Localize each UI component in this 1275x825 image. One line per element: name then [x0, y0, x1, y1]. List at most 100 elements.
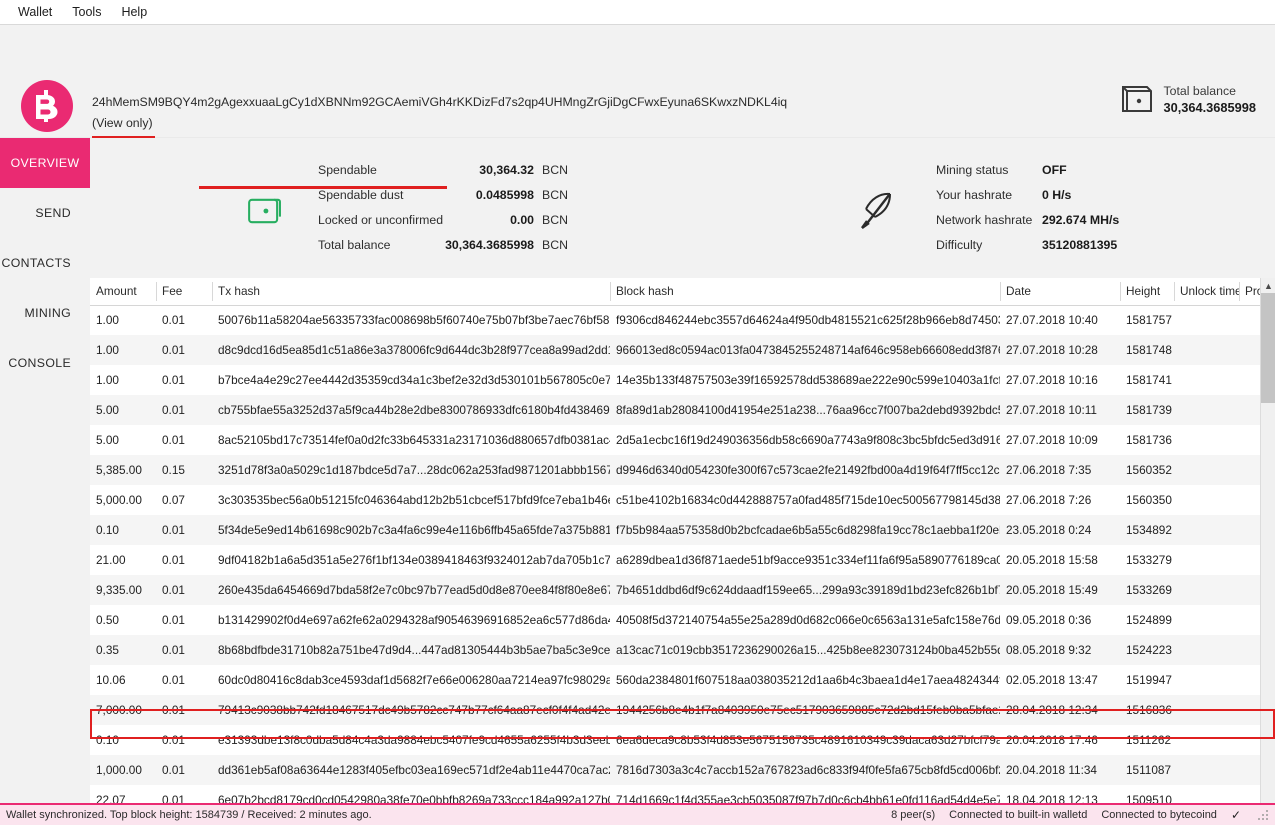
transaction-fee: 0.01	[156, 395, 212, 425]
mining-value: OFF	[1042, 163, 1067, 177]
transaction-block-hash: 2d5a1ecbc16f19d249036356db58c6690a7743a9…	[610, 425, 1000, 455]
wallet-address[interactable]: 24hMemSM9BQY4m2gAgexxuaaLgCy1dXBNNm92GCA…	[92, 95, 787, 109]
table-row[interactable]: 1,000.00 0.01 dd361eb5af08a63644e1283f405e…	[90, 755, 1274, 785]
sidebar-item-contacts[interactable]: CONTACTS	[0, 238, 90, 288]
table-row[interactable]: 9,335.00 0.01 260e435da6454669d7bda58f2e7c…	[90, 575, 1274, 605]
transaction-date: 27.06.2018 7:35	[1000, 455, 1120, 485]
table-row[interactable]: 0.35 0.01 8b68bdfbde31710b82a751be47d9d4..…	[90, 635, 1274, 665]
transaction-unlock-time	[1174, 335, 1239, 365]
transaction-date: 27.07.2018 10:28	[1000, 335, 1120, 365]
balance-unit: BCN	[542, 188, 568, 202]
balance-unit: BCN	[542, 238, 568, 252]
transaction-unlock-time	[1174, 635, 1239, 665]
transaction-block-hash: f9306cd846244ebc3557d64624a4f950db481552…	[610, 305, 1000, 335]
table-row[interactable]: 0.50 0.01 b131429902f0d4e697a62fe62a029432…	[90, 605, 1274, 635]
transaction-fee: 0.01	[156, 725, 212, 755]
balance-row-locked: Locked or unconfirmed 0.00 BCN	[318, 213, 568, 238]
status-bytecoind: Connected to bytecoind	[1101, 809, 1217, 821]
transaction-block-hash: 7816d7303a3c4c7accb152a767823ad6c833f94f…	[610, 755, 1000, 785]
transaction-unlock-time	[1174, 695, 1239, 725]
mining-label: Difficulty	[936, 238, 983, 252]
balance-unit: BCN	[542, 163, 568, 177]
column-header-height[interactable]: Height	[1120, 278, 1174, 306]
mining-value: 0 H/s	[1042, 188, 1072, 202]
table-row[interactable]: 5,385.00 0.15 3251d78f3a0a5029c1d187bdce5d…	[90, 455, 1274, 485]
transaction-height: 1581739	[1120, 395, 1174, 425]
resize-grip[interactable]	[1257, 809, 1269, 821]
transaction-tx-hash: 8b68bdfbde31710b82a751be47d9d4...447ad81…	[212, 635, 610, 665]
table-row[interactable]: 5,000.00 0.07 3c303535bec56a0b51215fc04636…	[90, 485, 1274, 515]
transaction-unlock-time	[1174, 515, 1239, 545]
transaction-date: 20.05.2018 15:58	[1000, 545, 1120, 575]
mining-label: Mining status	[936, 163, 1009, 177]
transaction-height: 1524899	[1120, 605, 1174, 635]
balance-value: 0.0485998	[475, 188, 534, 202]
table-row[interactable]: 0.10 0.01 e31393dbe13f8c0dba5d84c4a3da9884…	[90, 725, 1274, 755]
table-row[interactable]: 21.00 0.01 9df04182b1a6a5d351a5e276f1bf134…	[90, 545, 1274, 575]
transaction-amount: 5,000.00	[90, 485, 156, 515]
column-header-date[interactable]: Date	[1000, 278, 1120, 306]
transaction-fee: 0.01	[156, 695, 212, 725]
sidebar-item-send[interactable]: SEND	[0, 188, 90, 238]
balance-panel: Spendable 30,364.32 BCN Spendable dust 0…	[248, 163, 568, 263]
chevron-up-icon[interactable]: ▲	[1261, 278, 1275, 293]
table-row[interactable]: 5.00 0.01 8ac52105bd17c73514fef0a0d2fc33b6…	[90, 425, 1274, 455]
pickaxe-icon	[860, 190, 898, 237]
vertical-scrollbar[interactable]: ▲	[1260, 278, 1275, 825]
transaction-amount: 1.00	[90, 335, 156, 365]
menu-wallet[interactable]: Wallet	[8, 2, 62, 22]
transaction-date: 09.05.2018 0:36	[1000, 605, 1120, 635]
balance-row-spendable: Spendable 30,364.32 BCN	[318, 163, 568, 188]
menu-help[interactable]: Help	[111, 2, 157, 22]
total-balance-value: 30,364.3685998	[1163, 100, 1256, 115]
status-connection-group: 8 peer(s) Connected to built-in walletd …	[891, 808, 1275, 822]
column-header-tx-hash[interactable]: Tx hash	[212, 278, 610, 306]
table-row[interactable]: 10.06 0.01 60dc0d80416c8dab3ce4593daf1d568…	[90, 665, 1274, 695]
sidebar-item-overview[interactable]: OVERVIEW	[0, 138, 90, 188]
statusbar: Wallet synchronized. Top block height: 1…	[0, 803, 1275, 825]
table-row[interactable]: 1.00 0.01 b7bce4a4e29c27ee4442d35359cd34a1…	[90, 365, 1274, 395]
transaction-amount: 10.06	[90, 665, 156, 695]
transaction-amount: 5,385.00	[90, 455, 156, 485]
transaction-height: 1581757	[1120, 305, 1174, 335]
column-header-amount[interactable]: Amount	[90, 278, 156, 306]
transaction-block-hash: 966013ed8c0594ac013fa0473845255248714af6…	[610, 335, 1000, 365]
wallet-icon-green	[248, 197, 282, 230]
transaction-height: 1533269	[1120, 575, 1174, 605]
table-row[interactable]: 1.00 0.01 d8c9dcd16d5ea85d1c51a86e3a378006…	[90, 335, 1274, 365]
transaction-tx-hash: b131429902f0d4e697a62fe62a0294328af90546…	[212, 605, 610, 635]
menu-tools[interactable]: Tools	[62, 2, 111, 22]
column-header-fee[interactable]: Fee	[156, 278, 212, 306]
table-row[interactable]: 1.00 0.01 50076b11a58204ae56335733fac00869…	[90, 305, 1274, 335]
transactions-table-container[interactable]: Amount Fee Tx hash Block hash Date Heigh…	[90, 278, 1275, 825]
transaction-fee: 0.01	[156, 755, 212, 785]
spendable-underline-annotation	[199, 186, 447, 189]
transaction-height: 1519947	[1120, 665, 1174, 695]
transaction-fee: 0.01	[156, 365, 212, 395]
balance-label: Total balance	[318, 238, 391, 252]
mining-panel: Mining status OFF Your hashrate 0 H/s Ne…	[860, 163, 1119, 263]
transaction-height: 1511262	[1120, 725, 1174, 755]
mining-label: Your hashrate	[936, 188, 1013, 202]
transaction-fee: 0.01	[156, 425, 212, 455]
balance-row-total: Total balance 30,364.3685998 BCN	[318, 238, 568, 263]
column-header-unlock-time[interactable]: Unlock time	[1174, 278, 1242, 306]
transaction-tx-hash: cb755bfae55a3252d37a5f9ca44b28e2dbe83007…	[212, 395, 610, 425]
table-row[interactable]: 0.10 0.01 5f34de5e9ed14b61698c902b7c3a4fa6…	[90, 515, 1274, 545]
transaction-unlock-time	[1174, 575, 1239, 605]
transaction-unlock-time	[1174, 305, 1239, 335]
sidebar-item-mining[interactable]: MINING	[0, 288, 90, 338]
sidebar-item-console[interactable]: CONSOLE	[0, 338, 90, 388]
transaction-date: 28.04.2018 12:34	[1000, 695, 1120, 725]
transaction-amount: 5.00	[90, 395, 156, 425]
column-header-block-hash[interactable]: Block hash	[610, 278, 1000, 306]
scrollbar-thumb[interactable]	[1261, 293, 1275, 403]
table-row[interactable]: 5.00 0.01 cb755bfae55a3252d37a5f9ca44b28e2…	[90, 395, 1274, 425]
transactions-table-body: 1.00 0.01 50076b11a58204ae56335733fac00869…	[90, 305, 1274, 815]
transaction-block-hash: a6289dbea1d36f871aede51bf9acce9351c334ef…	[610, 545, 1000, 575]
transaction-height: 1581748	[1120, 335, 1174, 365]
table-row[interactable]: 7,000.00 0.01 79413c9038bb742fd18467517dc4…	[90, 695, 1274, 725]
transaction-fee: 0.01	[156, 575, 212, 605]
transaction-fee: 0.01	[156, 605, 212, 635]
wallet-address-block: 24hMemSM9BQY4m2gAgexxuaaLgCy1dXBNNm92GCA…	[92, 95, 787, 138]
